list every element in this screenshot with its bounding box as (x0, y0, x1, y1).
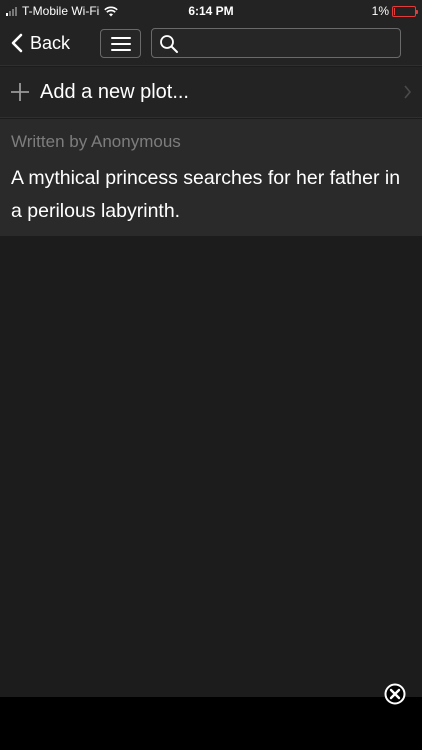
plot-card[interactable]: Written by Anonymous A mythical princess… (0, 119, 422, 236)
ad-banner (0, 683, 422, 750)
app-screen: T-Mobile Wi-Fi 6:14 PM 1% Back Add a new… (0, 0, 422, 750)
chevron-left-icon (11, 33, 23, 53)
status-bar: T-Mobile Wi-Fi 6:14 PM 1% (0, 0, 422, 22)
menu-button[interactable] (100, 29, 141, 58)
back-button[interactable]: Back (10, 28, 70, 58)
plot-author: Written by Anonymous (11, 132, 181, 151)
signal-icon (6, 6, 18, 16)
hamburger-icon (110, 36, 131, 51)
add-plot-label: Add a new plot... (40, 81, 189, 103)
back-label: Back (30, 32, 71, 53)
battery-percent: 1% (371, 4, 389, 18)
carrier-name: T-Mobile Wi-Fi (22, 4, 100, 18)
search-icon (160, 35, 178, 53)
search-input[interactable] (184, 29, 398, 57)
add-plot-row[interactable]: Add a new plot... (0, 67, 422, 118)
close-icon[interactable] (384, 683, 406, 705)
chevron-right-icon (404, 85, 412, 99)
battery-icon (392, 5, 418, 17)
status-left: T-Mobile Wi-Fi (6, 4, 119, 18)
plot-text: A mythical princess searches for her fat… (11, 167, 401, 222)
status-right: 1% (371, 4, 418, 18)
nav-bar: Back (0, 22, 422, 66)
wifi-icon (104, 6, 119, 16)
search-box[interactable] (151, 28, 401, 58)
plus-icon (11, 83, 29, 101)
battery-fill (394, 7, 395, 15)
